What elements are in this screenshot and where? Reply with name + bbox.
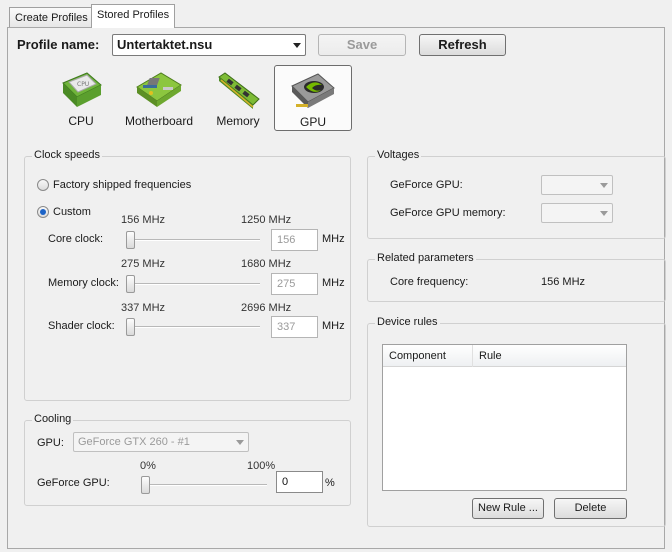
cpu-chip-icon: CPU [62, 72, 102, 107]
memory-clock-max-label: 1680 MHz [241, 258, 292, 270]
motherboard-icon [136, 72, 182, 107]
graphics-card-icon [291, 73, 335, 108]
device-rules-title: Device rules [375, 316, 440, 328]
cooling-title: Cooling [32, 413, 74, 425]
cooling-gpu-label: GPU: [37, 437, 64, 449]
related-parameters-title: Related parameters [375, 252, 476, 264]
custom-label: Custom [53, 206, 91, 218]
shader-clock-max-label: 2696 MHz [241, 302, 292, 314]
core-clock-max-label: 1250 MHz [241, 214, 292, 226]
cooling-gpu-value: GeForce GTX 260 - #1 [78, 436, 190, 448]
chevron-down-icon [236, 440, 244, 445]
fan-speed-input[interactable]: 0 [276, 471, 323, 493]
fan-min-label: 0% [140, 460, 156, 472]
device-rules-list-header: Component Rule [383, 345, 626, 367]
factory-frequencies-radio[interactable] [37, 179, 49, 191]
stored-profiles-panel: Profile name: Untertaktet.nsu Save Refre… [7, 27, 666, 549]
column-header-component[interactable]: Component [383, 345, 473, 367]
shader-clock-slider-thumb[interactable] [126, 318, 135, 336]
category-memory-button[interactable]: Memory [199, 65, 277, 131]
profile-name-label: Profile name: [17, 37, 100, 52]
chevron-down-icon [600, 211, 608, 216]
memory-clock-input[interactable]: 275 [271, 273, 318, 295]
core-clock-slider-track [128, 239, 260, 241]
fan-speed-slider-track [143, 484, 267, 486]
shader-clock-label: Shader clock: [48, 320, 115, 332]
factory-frequencies-label: Factory shipped frequencies [53, 179, 192, 191]
save-button[interactable]: Save [318, 34, 406, 56]
shader-clock-input[interactable]: 337 [271, 316, 318, 338]
shader-clock-min-label: 337 MHz [121, 302, 166, 314]
voltage-gpu-memory-label: GeForce GPU memory: [390, 207, 506, 219]
cooling-group: Cooling GPU: GeForce GTX 260 - #1 0% 100… [24, 413, 351, 506]
category-motherboard-label: Motherboard [124, 114, 194, 128]
category-gpu-label: GPU [299, 115, 326, 129]
memory-module-icon [218, 72, 260, 109]
category-gpu-button[interactable]: GPU [274, 65, 352, 131]
core-clock-label: Core clock: [48, 233, 104, 245]
core-clock-slider-thumb[interactable] [126, 231, 135, 249]
core-frequency-value: 156 MHz [541, 276, 586, 288]
custom-radio[interactable] [37, 206, 49, 218]
category-cpu-button[interactable]: CPU CPU [42, 65, 120, 131]
related-parameters-group: Related parameters Core frequency: 156 M… [367, 252, 666, 302]
core-clock-input[interactable]: 156 [271, 229, 318, 251]
fan-max-label: 100% [247, 460, 276, 472]
chevron-down-icon [600, 183, 608, 188]
memory-clock-slider-thumb[interactable] [126, 275, 135, 293]
voltage-gpu-label: GeForce GPU: [390, 179, 463, 191]
device-rules-group: Device rules Component Rule New Rule ...… [367, 316, 666, 527]
chevron-down-icon [293, 43, 301, 48]
core-clock-min-label: 156 MHz [121, 214, 166, 226]
profile-name-value: Untertaktet.nsu [117, 37, 213, 52]
voltages-group: Voltages GeForce GPU: GeForce GPU memory… [367, 149, 666, 239]
fan-speed-label: GeForce GPU: [37, 477, 110, 489]
memory-clock-slider-track [128, 283, 260, 285]
tab-stored-profiles[interactable]: Stored Profiles [91, 4, 176, 28]
clock-speeds-group: Clock speeds Factory shipped frequencies… [24, 149, 351, 401]
voltage-gpu-select[interactable] [541, 175, 613, 195]
cooling-gpu-select[interactable]: GeForce GTX 260 - #1 [73, 432, 249, 452]
category-cpu-label: CPU [68, 114, 94, 128]
shader-clock-unit: MHz [322, 320, 345, 332]
core-clock-unit: MHz [322, 233, 345, 245]
category-memory-label: Memory [216, 114, 260, 128]
refresh-button[interactable]: Refresh [419, 34, 506, 56]
new-rule-button[interactable]: New Rule ... [472, 498, 544, 519]
tab-create-profiles[interactable]: Create Profiles [9, 7, 94, 28]
core-frequency-label: Core frequency: [390, 276, 469, 288]
shader-clock-slider-track [128, 326, 260, 328]
fan-speed-unit: % [325, 477, 335, 489]
memory-clock-unit: MHz [322, 277, 345, 289]
category-motherboard-button[interactable]: Motherboard [120, 65, 198, 131]
device-rules-list[interactable]: Component Rule [382, 344, 627, 491]
clock-speeds-title: Clock speeds [32, 149, 103, 161]
delete-rule-button[interactable]: Delete [554, 498, 627, 519]
voltages-title: Voltages [375, 149, 422, 161]
voltage-gpu-memory-select[interactable] [541, 203, 613, 223]
svg-text:CPU: CPU [77, 81, 89, 88]
memory-clock-label: Memory clock: [48, 277, 119, 289]
memory-clock-min-label: 275 MHz [121, 258, 166, 270]
column-header-rule[interactable]: Rule [473, 345, 628, 367]
profile-name-combo[interactable]: Untertaktet.nsu [112, 34, 306, 56]
fan-speed-slider-thumb[interactable] [141, 476, 150, 494]
